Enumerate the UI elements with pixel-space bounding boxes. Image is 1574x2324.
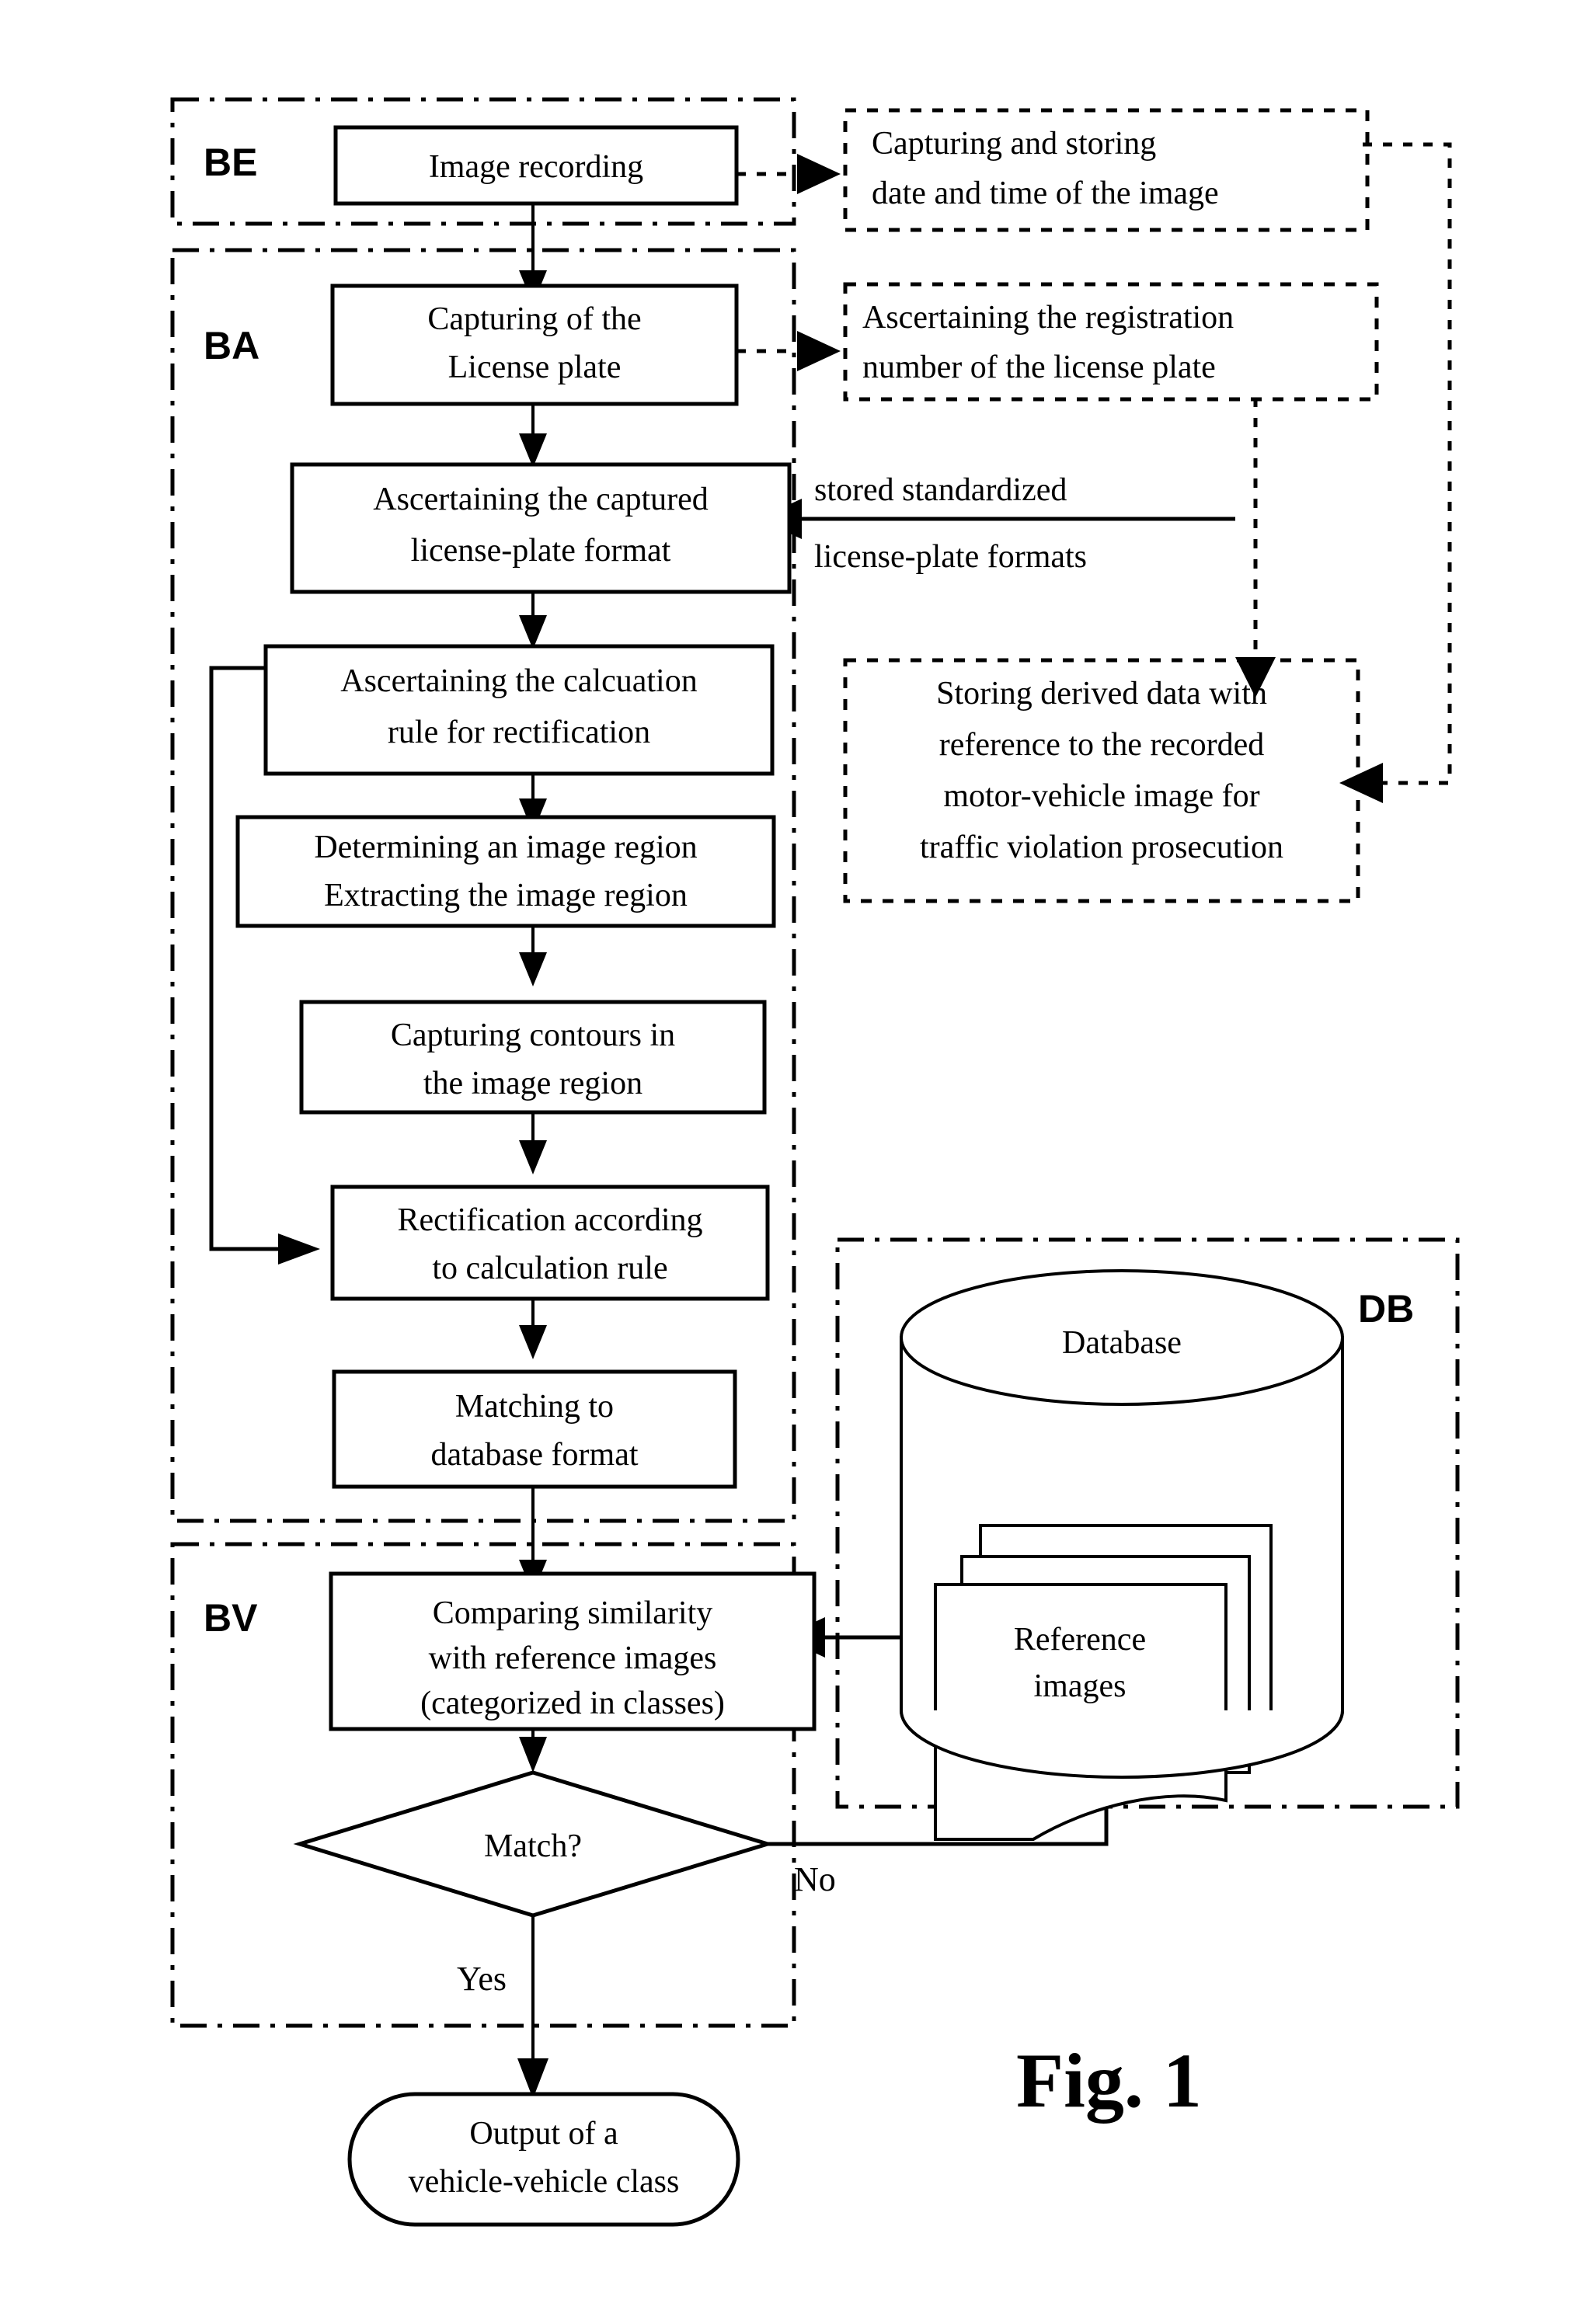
database-cylinder-label: Database xyxy=(1062,1325,1182,1361)
group-label-ba: BA xyxy=(204,324,259,367)
reference-images-label-line2: images xyxy=(1034,1668,1127,1704)
node-capturing-license-plate-line1: Capturing of the xyxy=(427,301,641,337)
node-comparing-similarity-line1: Comparing similarity xyxy=(433,1595,712,1631)
annotation-storing-derived-data-line1: Storing derived data with xyxy=(936,676,1267,711)
annotation-ascertaining-registration-number-line1: Ascertaining the registration xyxy=(862,300,1234,336)
patent-figure-1: BE BA BV DB Yes No Image recording Captu… xyxy=(0,0,1574,2324)
annotation-capturing-storing-datetime-line1: Capturing and storing xyxy=(872,126,1156,162)
node-matching-database-format-line1: Matching to xyxy=(455,1389,614,1425)
annotation-capturing-storing-datetime-line2: date and time of the image xyxy=(872,176,1219,211)
arrowhead-to-matching xyxy=(519,1325,547,1359)
arrowhead-to-calcrule xyxy=(519,615,547,649)
node-comparing-similarity-line2: with reference images xyxy=(429,1640,717,1676)
arrowhead-to-contours xyxy=(519,952,547,986)
node-determining-extracting-region-line2: Extracting the image region xyxy=(324,878,688,913)
arrowhead-datetime-to-storing xyxy=(1339,763,1383,803)
annotation-storing-derived-data-line2: reference to the recorded xyxy=(939,727,1265,763)
group-label-bv: BV xyxy=(204,1596,258,1640)
node-output-vehicle-class xyxy=(347,2092,740,2227)
node-comparing-similarity-line3: (categorized in classes) xyxy=(420,1686,725,1721)
annotation-storing-derived-data-line3: motor-vehicle image for xyxy=(943,778,1259,814)
arrowhead-to-datetime xyxy=(797,154,841,194)
node-match-decision-label: Match? xyxy=(484,1828,582,1864)
branch-label-no: No xyxy=(794,1860,836,1898)
group-label-be: BE xyxy=(204,141,257,184)
arrowhead-to-match xyxy=(519,1737,547,1773)
node-output-vehicle-class-line2: vehicle-vehicle class xyxy=(409,2164,680,2200)
group-label-db: DB xyxy=(1358,1287,1414,1331)
reference-images-stack: Reference images xyxy=(934,1524,1273,1841)
flowchart-svg: BE BA BV DB Yes No Image recording Captu… xyxy=(170,97,1460,2227)
figure-caption: Fig. 1 xyxy=(1016,2037,1202,2124)
node-rectification-line1: Rectification according xyxy=(398,1202,703,1238)
annotation-ascertaining-registration-number-line2: number of the license plate xyxy=(862,350,1216,385)
label-stored-standardized-line2: license-plate formats xyxy=(814,539,1087,575)
node-capturing-license-plate-line2: License plate xyxy=(448,350,622,385)
node-matching-database-format-line2: database format xyxy=(430,1437,638,1473)
arrowhead-to-registration xyxy=(797,331,841,371)
arrowhead-feedback-to-rectification xyxy=(278,1233,320,1265)
label-stored-standardized-line1: stored standardized xyxy=(814,472,1067,508)
arrowhead-to-format xyxy=(519,433,547,468)
reference-images-label-line1: Reference xyxy=(1014,1622,1146,1658)
connector-datetime-to-storing xyxy=(1363,142,1452,785)
node-ascertaining-captured-format-line1: Ascertaining the captured xyxy=(373,482,708,517)
branch-label-yes: Yes xyxy=(457,1960,507,1998)
annotation-storing-derived-data-line4: traffic violation prosecution xyxy=(920,830,1283,865)
node-rectification-line2: to calculation rule xyxy=(432,1251,667,1286)
node-capturing-contours-line2: the image region xyxy=(423,1066,642,1101)
node-ascertaining-captured-format-line2: license-plate format xyxy=(411,533,671,569)
node-output-vehicle-class-line1: Output of a xyxy=(469,2116,618,2152)
node-image-recording-line1: Image recording xyxy=(429,149,643,185)
node-capturing-contours-line1: Capturing contours in xyxy=(391,1018,675,1053)
arrowhead-to-rectification xyxy=(519,1140,547,1174)
node-ascertaining-calculation-rule-line2: rule for rectification xyxy=(388,715,650,750)
node-ascertaining-calculation-rule-line1: Ascertaining the calcuation xyxy=(340,663,697,699)
node-determining-extracting-region-line1: Determining an image region xyxy=(314,830,697,865)
